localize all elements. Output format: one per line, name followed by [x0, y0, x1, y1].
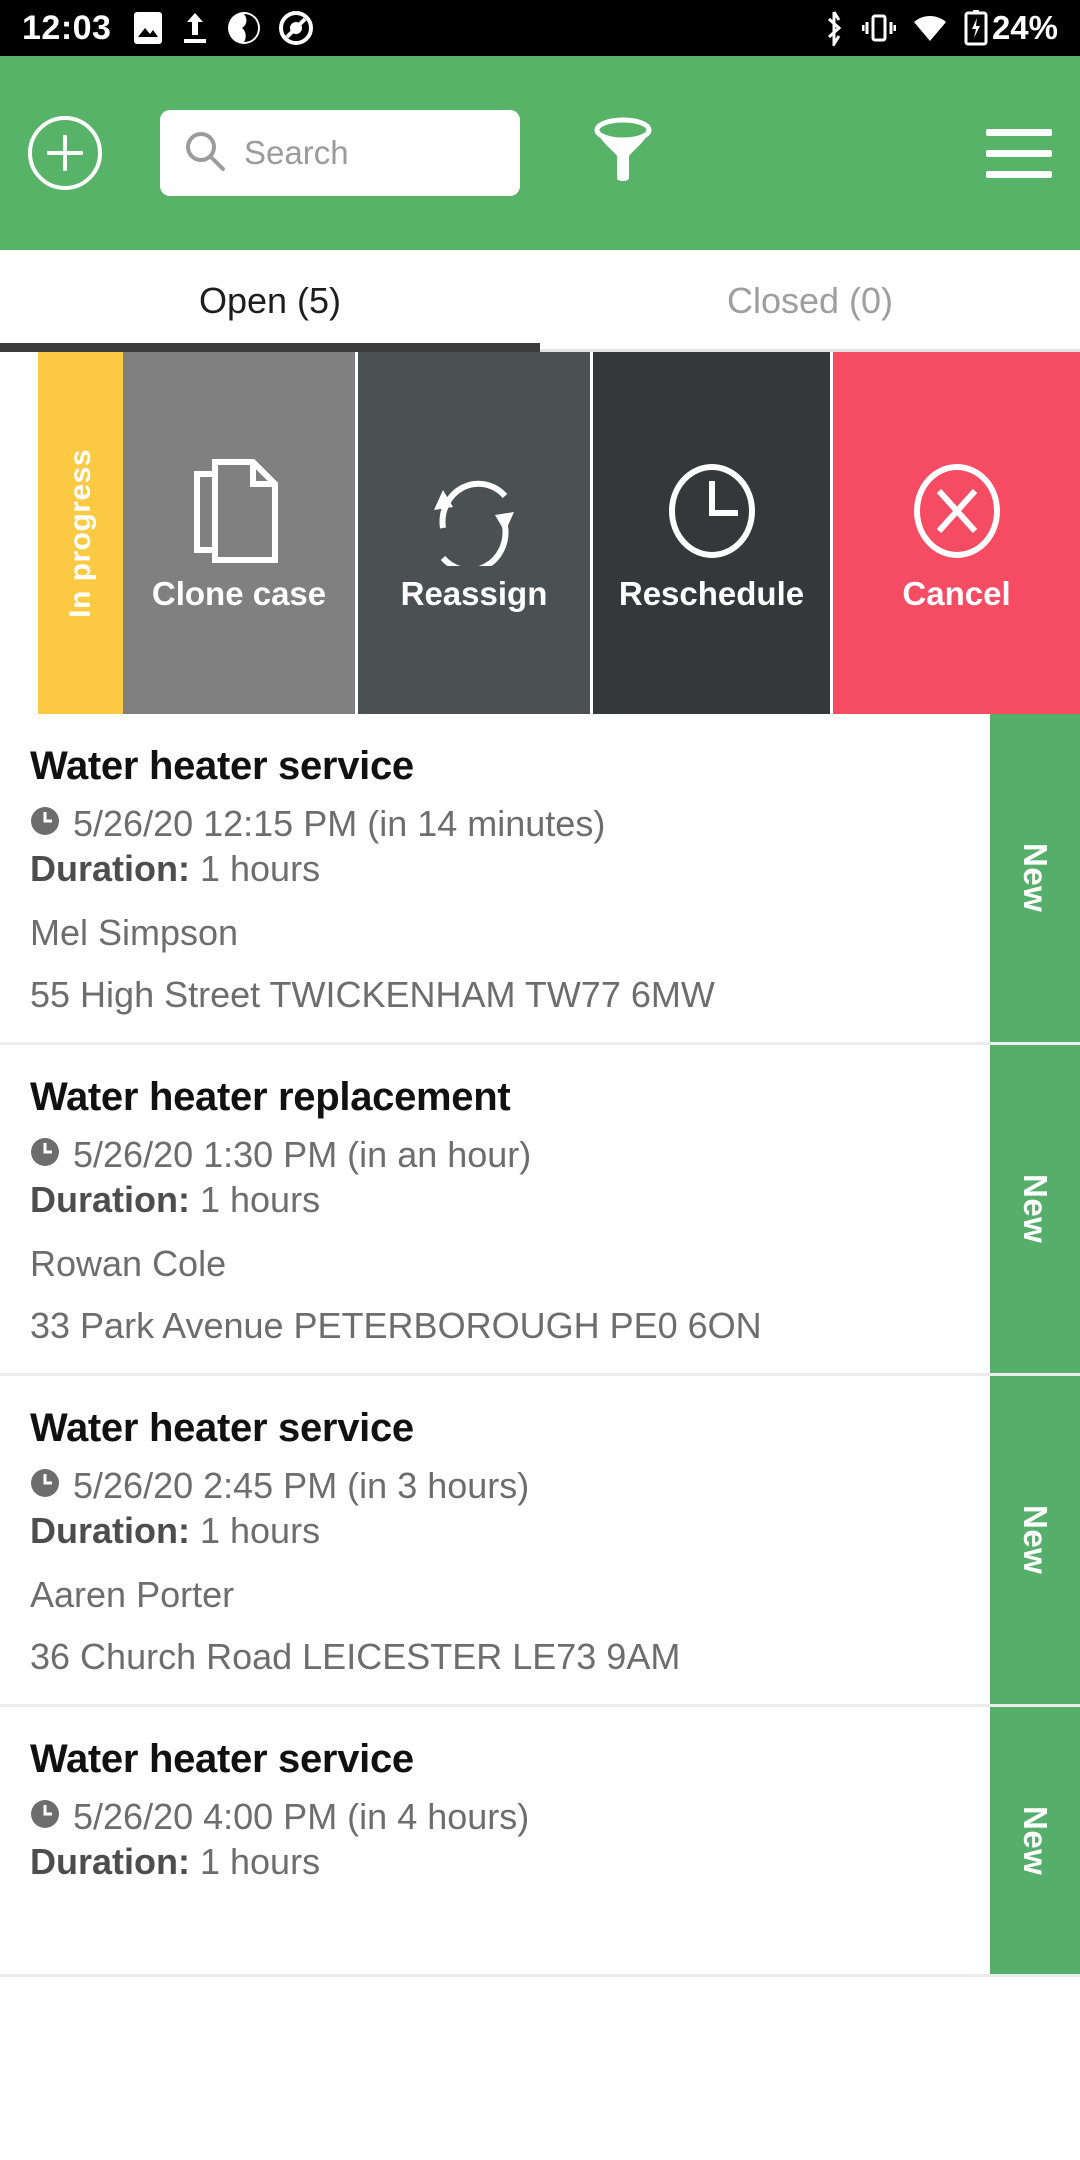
action-reschedule-label: Reschedule: [618, 575, 805, 612]
tab-closed[interactable]: Closed (0): [540, 250, 1080, 352]
case-title: Water heater service: [30, 744, 414, 788]
case-customer: Rowan Cole: [30, 1243, 227, 1284]
case-duration-label: Duration:: [30, 848, 190, 889]
content-viewport: Open (5) Closed (0) In progress Clone ca…: [0, 250, 1080, 2160]
case-duration: Duration: 1 hours: [30, 1179, 960, 1221]
action-clone-case-label: Clone case: [151, 575, 327, 612]
case-title: Water heater service: [30, 1406, 414, 1450]
app-bar: [0, 56, 1080, 250]
wifi-icon: [912, 13, 948, 43]
case-schedule: 5/26/20 12:15 PM (in 14 minutes): [30, 803, 960, 845]
case-duration: Duration: 1 hours: [30, 1510, 960, 1552]
case-customer: Aaren Porter: [30, 1574, 235, 1615]
swipe-gutter: [0, 352, 38, 714]
case-duration-label: Duration:: [30, 1510, 190, 1551]
funnel-icon: [592, 117, 654, 189]
status-left-icons: [133, 11, 314, 45]
case-address: 33 Park Avenue PETERBOROUGH PE0 6ON: [30, 1305, 762, 1346]
search-input[interactable]: [244, 134, 496, 172]
refresh-circular-arrows-icon: [419, 453, 529, 569]
case-details: Water heater service 5/26/20 4:00 PM (in…: [0, 1707, 990, 1974]
battery-charging-icon: [964, 10, 988, 46]
case-schedule: 5/26/20 1:30 PM (in an hour): [30, 1134, 960, 1176]
copy-document-icon: [191, 453, 287, 569]
case-duration-label: Duration:: [30, 1841, 190, 1882]
case-schedule-text: 5/26/20 2:45 PM (in 3 hours): [73, 1465, 530, 1506]
status-time: 12:03: [22, 8, 112, 47]
case-duration: Duration: 1 hours: [30, 1841, 960, 1883]
clock-icon: [30, 1796, 60, 1838]
menu-button[interactable]: [986, 128, 1052, 178]
hamburger-line-2: [986, 149, 1052, 157]
tab-open[interactable]: Open (5): [0, 250, 540, 352]
case-duration-value: 1 hours: [189, 1179, 321, 1220]
case-title: Water heater replacement: [30, 1075, 511, 1119]
status-badge-in-progress: In progress: [38, 352, 123, 714]
search-icon: [184, 130, 226, 177]
case-schedule-text: 5/26/20 4:00 PM (in 4 hours): [73, 1796, 530, 1837]
clock-icon: [30, 1134, 60, 1176]
case-duration: Duration: 1 hours: [30, 848, 960, 890]
case-status-badge: New: [990, 714, 1080, 1042]
case-duration-value: 1 hours: [189, 848, 321, 889]
vibrate-icon: [861, 12, 896, 44]
case-title: Water heater service: [30, 1737, 414, 1781]
tab-bar: Open (5) Closed (0): [0, 250, 1080, 352]
bluetooth-icon: [822, 10, 846, 46]
case-status-badge-label: New: [1017, 1805, 1054, 1876]
case-schedule-text: 5/26/20 12:15 PM (in 14 minutes): [73, 803, 606, 844]
action-clone-case[interactable]: Clone case: [123, 352, 355, 714]
case-duration-label: Duration:: [30, 1179, 190, 1220]
case-schedule: 5/26/20 2:45 PM (in 3 hours): [30, 1465, 960, 1507]
case-list-item[interactable]: Water heater service 5/26/20 4:00 PM (in…: [0, 1707, 1080, 1977]
hamburger-line-1: [986, 128, 1052, 136]
case-list-item[interactable]: Water heater replacement 5/26/20 1:30 PM…: [0, 1045, 1080, 1376]
battery-percent: 24%: [991, 9, 1058, 46]
tab-open-label: Open (5): [198, 280, 342, 321]
upload-icon: [181, 11, 209, 45]
case-status-badge-label: New: [1017, 1174, 1054, 1244]
case-status-badge: New: [990, 1045, 1080, 1373]
close-circle-icon: [901, 453, 1013, 569]
action-reassign[interactable]: Reassign: [355, 352, 590, 714]
case-schedule: 5/26/20 4:00 PM (in 4 hours): [30, 1796, 960, 1838]
case-schedule-text: 5/26/20 1:30 PM (in an hour): [73, 1134, 532, 1175]
case-status-badge: New: [990, 1707, 1080, 1974]
status-badge-label: In progress: [63, 448, 97, 618]
search-field[interactable]: [160, 110, 520, 196]
action-reassign-label: Reassign: [400, 575, 548, 612]
case-status-badge-label: New: [1017, 1505, 1054, 1575]
swipe-actions-row: In progress Clone case Reassign Reschedu…: [0, 352, 1080, 714]
action-cancel[interactable]: Cancel: [830, 352, 1080, 714]
case-customer: Mel Simpson: [30, 912, 239, 953]
case-status-badge: New: [990, 1376, 1080, 1704]
clock-icon: [30, 803, 60, 845]
case-list-item[interactable]: Water heater service 5/26/20 12:15 PM (i…: [0, 714, 1080, 1045]
app-icon-2: [279, 11, 314, 45]
case-details: Water heater service 5/26/20 2:45 PM (in…: [0, 1376, 990, 1704]
case-status-badge-label: New: [1017, 843, 1054, 913]
hamburger-line-3: [986, 170, 1052, 178]
app-icon-1: [227, 11, 261, 45]
case-duration-value: 1 hours: [189, 1510, 321, 1551]
status-bar: 12:03 24%: [0, 0, 1080, 56]
case-duration-value: 1 hours: [189, 1841, 321, 1882]
image-icon: [133, 11, 163, 45]
case-list-item[interactable]: Water heater service 5/26/20 2:45 PM (in…: [0, 1376, 1080, 1707]
case-address: 36 Church Road LEICESTER LE73 9AM: [30, 1636, 681, 1677]
case-details: Water heater service 5/26/20 12:15 PM (i…: [0, 714, 990, 1042]
action-reschedule[interactable]: Reschedule: [590, 352, 830, 714]
filter-button[interactable]: [592, 117, 654, 190]
clock-icon: [30, 1465, 60, 1507]
add-case-button[interactable]: [28, 116, 102, 190]
case-details: Water heater replacement 5/26/20 1:30 PM…: [0, 1045, 990, 1373]
case-list: Water heater service 5/26/20 12:15 PM (i…: [0, 714, 1080, 1977]
case-address: 55 High Street TWICKENHAM TW77 6MW: [30, 974, 715, 1015]
action-cancel-label: Cancel: [902, 575, 1011, 612]
clock-icon: [656, 453, 768, 569]
tab-closed-label: Closed (0): [726, 280, 894, 321]
status-right-icons: [822, 10, 988, 46]
